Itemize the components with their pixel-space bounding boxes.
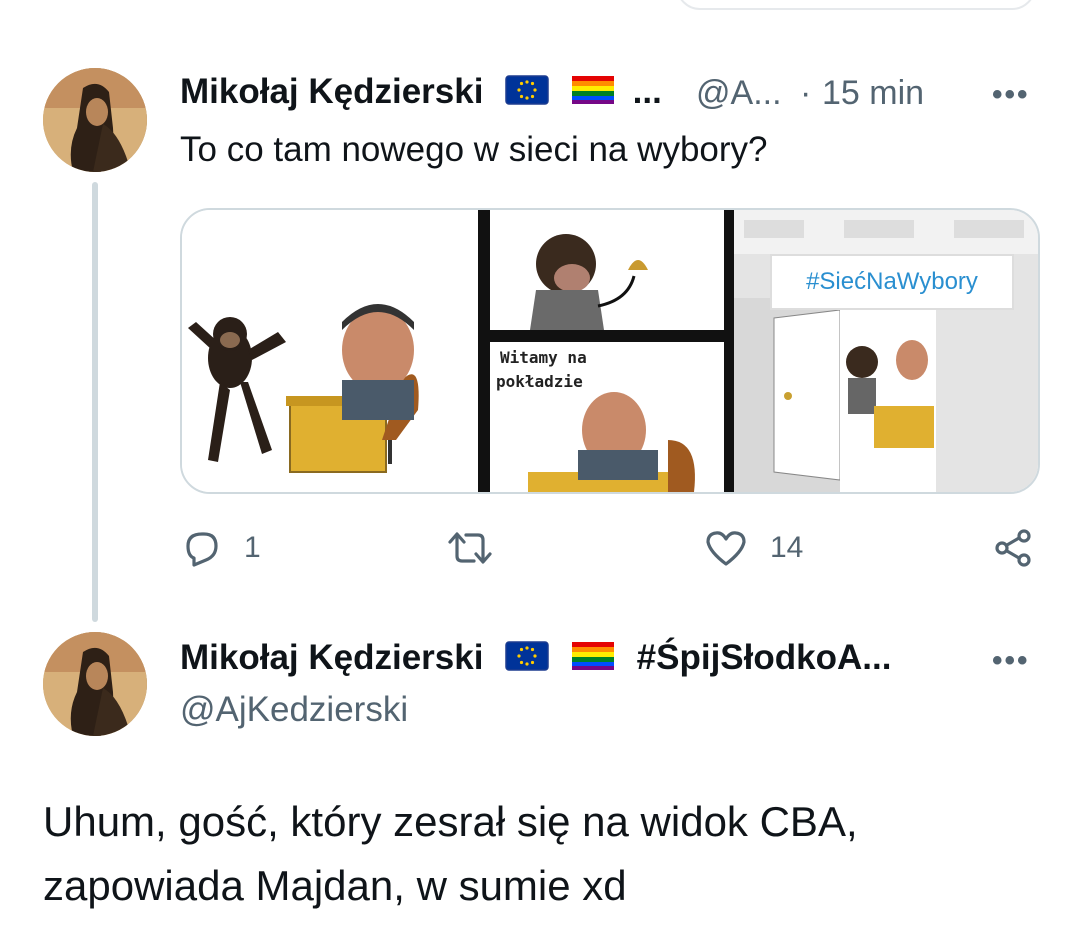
name-truncation: ...: [632, 72, 662, 111]
avatar[interactable]: [43, 68, 147, 172]
tweet-text: Uhum, gość, który zesrał się na widok CB…: [43, 798, 858, 909]
rainbow-flag-icon: [571, 640, 615, 680]
like-count: 14: [770, 531, 804, 564]
more-icon[interactable]: •••: [992, 78, 1030, 112]
more-icon[interactable]: •••: [992, 644, 1030, 678]
retweet-icon: [448, 532, 492, 564]
author-handle[interactable]: @AjKedzierski: [180, 690, 408, 730]
comic-caption-line2: pokładzie: [496, 372, 583, 391]
author-handle[interactable]: @A...: [696, 74, 782, 113]
avatar-photo: [43, 68, 147, 172]
tweet-media[interactable]: Witamy na pokładzie #SiećNaWybory: [180, 208, 1040, 494]
tweet-text: To co tam nowego w sieci na wybory?: [180, 130, 768, 169]
like-icon: [706, 531, 746, 566]
comic-panel-2: Witamy na pokładzie: [478, 210, 734, 492]
comic-caption-line1: Witamy na: [500, 348, 587, 367]
separator-dot: ·: [800, 74, 812, 112]
share-icon: [995, 529, 1031, 567]
like-button[interactable]: 14: [704, 528, 803, 568]
reply-count: 1: [244, 531, 261, 564]
rainbow-flag-icon: [571, 74, 615, 114]
avatar-photo: [43, 632, 147, 736]
eu-flag-icon: [505, 74, 549, 114]
sign-text: #SiećNaWybory: [770, 254, 1014, 310]
author-name-text: Mikołaj Kędzierski: [180, 638, 484, 677]
name-hashtag: #ŚpijSłodkoA...: [636, 638, 892, 677]
reply-button[interactable]: 1: [180, 528, 261, 568]
thread-line: [92, 182, 98, 622]
share-button[interactable]: [994, 528, 1034, 568]
retweet-button[interactable]: [444, 528, 496, 568]
author-name[interactable]: Mikołaj Kędzierski ...: [180, 72, 662, 114]
avatar[interactable]: [43, 632, 147, 736]
comic-panel-1: [182, 210, 478, 492]
author-name[interactable]: Mikołaj Kędzierski #ŚpijSłodkoA...: [180, 638, 891, 680]
author-name-text: Mikołaj Kędzierski: [180, 72, 484, 111]
comic-panel-3: #SiećNaWybory: [734, 210, 1038, 492]
timestamp[interactable]: 15 min: [822, 74, 924, 113]
reply-icon: [186, 532, 218, 567]
eu-flag-icon: [505, 640, 549, 680]
previous-element-pill: [676, 0, 1036, 10]
